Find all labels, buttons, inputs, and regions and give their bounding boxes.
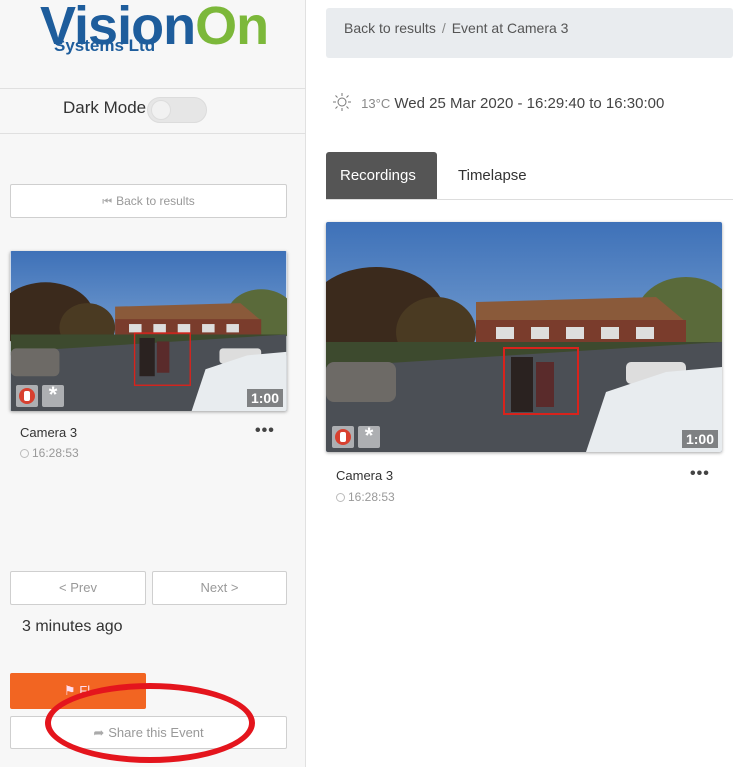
dark-mode-toggle[interactable]	[147, 97, 207, 123]
breadcrumb-back-link[interactable]: Back to results	[344, 20, 436, 36]
camera-snapshot	[326, 222, 722, 452]
clock-icon	[20, 449, 29, 458]
person-alert-icon	[16, 385, 38, 407]
company-logo[interactable]: VisionOn Systems Ltd	[40, 0, 270, 66]
breadcrumb-current: Event at Camera 3	[451, 20, 569, 36]
logo-subtitle: Systems Ltd	[54, 36, 156, 55]
flag-icon: ⚑	[64, 683, 76, 698]
more-options-button[interactable]: •••	[255, 422, 275, 440]
clock-icon	[336, 493, 345, 502]
event-thumbnail[interactable]: * 1:00	[10, 251, 287, 411]
event-time-label: 16:28:53	[348, 490, 395, 504]
dark-mode-label: Dark Mode	[63, 98, 147, 117]
person-alert-icon	[332, 426, 354, 448]
back-to-results-button[interactable]: ⏮ Back to results	[10, 184, 287, 218]
next-button[interactable]: Next >	[152, 571, 287, 605]
flag-button[interactable]: ⚑ Fl	[10, 673, 146, 709]
logo-word-on: On	[195, 0, 269, 56]
clip-duration: 1:00	[681, 430, 718, 448]
tab-recordings[interactable]: Recordings	[326, 152, 437, 199]
time-ago: 3 minutes ago	[22, 618, 123, 635]
backward-icon: ⏮	[102, 196, 113, 208]
motion-star-icon: *	[358, 424, 380, 448]
camera-name: Camera 3	[20, 425, 78, 440]
event-datetime: Wed 25 Mar 2020 - 16:29:40 to 16:30:00	[394, 95, 665, 112]
more-options-button[interactable]: •••	[690, 465, 710, 483]
sun-icon	[333, 93, 351, 111]
detection-badges: *	[16, 383, 64, 407]
tab-timelapse[interactable]: Timelapse	[444, 152, 541, 199]
clip-duration: 1:00	[246, 389, 283, 407]
prev-button[interactable]: < Prev	[10, 571, 146, 605]
flag-label: Fl	[79, 683, 91, 698]
logo-wordmark: VisionOn	[40, 0, 269, 66]
sidebar: VisionOn Systems Ltd Dark Mode ⏮ Back to …	[0, 0, 306, 767]
detection-badges: *	[332, 424, 380, 448]
motion-star-icon: *	[42, 383, 64, 407]
breadcrumb: Back to results / Event at Camera 3	[326, 8, 733, 58]
divider	[0, 133, 306, 134]
back-button-label: Back to results	[116, 194, 195, 208]
camera-name: Camera 3	[336, 468, 394, 483]
breadcrumb-separator: /	[441, 20, 446, 36]
event-time-label: 16:28:53	[32, 446, 79, 460]
share-arrow-icon: ➦	[93, 725, 105, 740]
recording-thumbnail[interactable]: * 1:00	[326, 222, 722, 452]
event-time: 16:28:53	[336, 490, 395, 504]
dark-mode-row: Dark Mode	[0, 88, 306, 132]
tabs-underline	[326, 199, 733, 200]
share-label: Share this Event	[108, 725, 204, 740]
event-time: 16:28:53	[20, 446, 79, 460]
toggle-knob	[151, 100, 171, 120]
event-info: 13°C Wed 25 Mar 2020 - 16:29:40 to 16:30…	[333, 93, 664, 112]
temperature: 13°C	[361, 96, 391, 111]
share-event-button[interactable]: ➦ Share this Event	[10, 716, 287, 749]
